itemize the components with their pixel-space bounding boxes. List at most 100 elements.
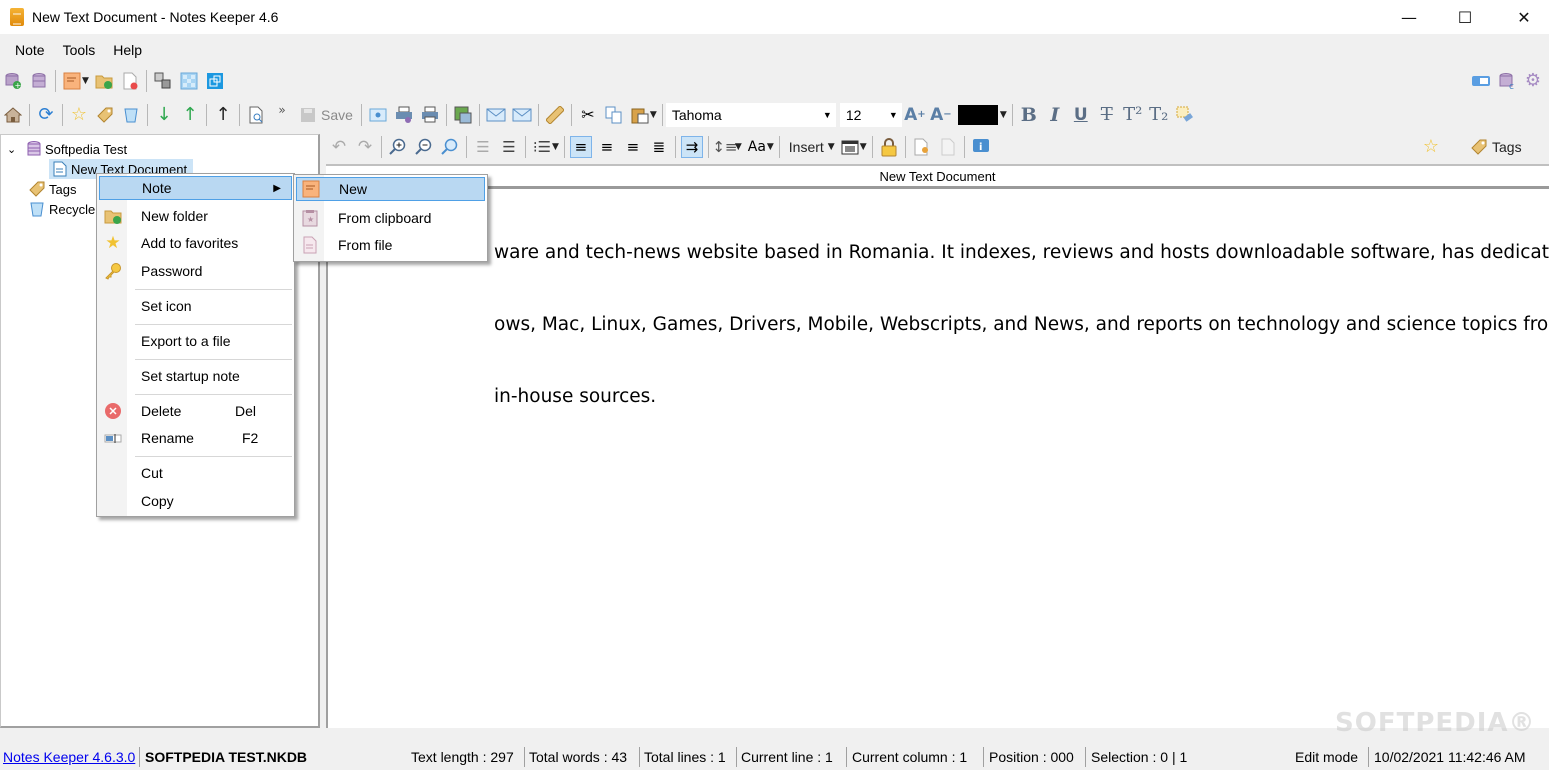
bold-button[interactable]: B (1018, 104, 1040, 126)
ruler-icon[interactable] (544, 104, 566, 126)
line-spacing-dropdown-icon[interactable]: ▼ (735, 142, 742, 152)
tag-icon[interactable] (1468, 136, 1490, 158)
maximize-button[interactable]: ☐ (1440, 0, 1490, 34)
save-button[interactable]: Save (321, 107, 353, 123)
zoom-in-icon[interactable] (387, 136, 409, 158)
paste-icon[interactable] (629, 104, 651, 126)
menu-help[interactable]: Help (104, 42, 151, 58)
info-icon[interactable]: i (970, 136, 992, 158)
shrink-font-icon[interactable]: A − (930, 104, 952, 126)
submenu-item-from-file[interactable]: From file (296, 233, 485, 257)
recycle-bin-icon[interactable] (120, 104, 142, 126)
paste-dropdown-icon[interactable]: ▼ (650, 110, 657, 120)
justify-icon[interactable]: ≣ (648, 136, 670, 158)
menu-tools[interactable]: Tools (54, 42, 105, 58)
calendar-dropdown-icon[interactable]: ▼ (860, 142, 867, 152)
new-note-dropdown-icon[interactable]: ▼ (82, 76, 89, 86)
zoom-reset-icon[interactable] (439, 136, 461, 158)
database-sync-icon[interactable]: c (1496, 70, 1518, 92)
cut-icon[interactable]: ✂ (577, 104, 599, 126)
note-editor[interactable]: ware and tech-news website based in Roma… (326, 186, 1549, 728)
clear-format-icon[interactable] (1174, 104, 1196, 126)
calendar-icon[interactable] (839, 136, 861, 158)
font-size-select[interactable]: 12 ▼ (839, 103, 902, 127)
menu-item-new-folder[interactable]: New folder (99, 204, 292, 228)
move-up-icon[interactable]: ↑ (179, 104, 201, 126)
find-in-note-icon[interactable] (245, 104, 267, 126)
menu-item-export-to-file[interactable]: Export to a file (99, 329, 292, 353)
indent-icon[interactable]: ☰ (498, 136, 520, 158)
close-button[interactable]: ✕ (1499, 0, 1549, 34)
email-attach-icon[interactable] (485, 104, 507, 126)
new-folder-icon[interactable] (93, 70, 115, 92)
zoom-out-icon[interactable] (413, 136, 435, 158)
insert-dropdown-icon[interactable]: ▼ (828, 142, 835, 152)
strikethrough-button[interactable]: T (1096, 104, 1118, 126)
text-color-dropdown-icon[interactable]: ▼ (1000, 110, 1007, 120)
transparency-icon[interactable] (178, 70, 200, 92)
print-icon[interactable] (419, 104, 441, 126)
favorite-star-icon[interactable]: ☆ (1420, 136, 1442, 158)
home-icon[interactable] (2, 104, 24, 126)
align-right-icon[interactable]: ≡ (622, 136, 644, 158)
minimize-button[interactable]: — (1384, 0, 1434, 34)
bullet-list-dropdown-icon[interactable]: ▼ (552, 142, 559, 152)
editor-content[interactable]: ware and tech-news website based in Roma… (334, 193, 1549, 457)
submenu-item-new[interactable]: New (296, 177, 485, 201)
menu-item-cut[interactable]: Cut (99, 461, 292, 485)
overflow-chevron-icon[interactable]: » (271, 104, 293, 126)
menu-item-set-icon[interactable]: Set icon (99, 294, 292, 318)
tags-button[interactable]: Tags (1492, 139, 1522, 155)
menu-item-note[interactable]: Note ▶ (99, 176, 292, 200)
change-case-icon[interactable]: Aa (746, 136, 768, 158)
grow-font-icon[interactable]: A + (904, 104, 926, 126)
open-database-icon[interactable] (28, 70, 50, 92)
menu-item-set-startup-note[interactable]: Set startup note (99, 364, 292, 388)
tree-item-tags[interactable]: Tags (25, 179, 76, 199)
save-icon[interactable] (297, 104, 319, 126)
bullet-list-icon[interactable]: ⁝☰ (531, 136, 553, 158)
insert-button[interactable]: Insert (789, 139, 824, 155)
undo-icon[interactable]: ↶ (328, 136, 350, 158)
superscript-button[interactable]: T² (1122, 104, 1144, 126)
version-link[interactable]: Notes Keeper 4.6.3.0 (3, 748, 135, 766)
submenu-item-from-clipboard[interactable]: ★ From clipboard (296, 206, 485, 230)
text-color-swatch[interactable] (957, 105, 998, 125)
preview-icon[interactable] (367, 104, 389, 126)
tag-icon[interactable] (94, 104, 116, 126)
change-case-dropdown-icon[interactable]: ▼ (767, 142, 774, 152)
go-up-icon[interactable]: ↑ (212, 104, 234, 126)
copy-structure-icon[interactable] (152, 70, 174, 92)
menu-item-rename[interactable]: Rename F2 (99, 426, 292, 450)
favorites-icon[interactable]: ☆ (68, 104, 90, 126)
subscript-button[interactable]: T₂ (1148, 104, 1170, 126)
always-on-top-icon[interactable] (204, 70, 226, 92)
align-left-icon[interactable]: ≡ (569, 136, 592, 158)
chevron-down-icon[interactable]: ⌄ (7, 143, 23, 156)
menu-note[interactable]: Note (6, 42, 54, 58)
settings-icon[interactable]: ⚙ (1522, 70, 1544, 92)
tree-item-recycle-bin[interactable]: Recycle (25, 199, 95, 219)
new-note-icon[interactable] (61, 70, 83, 92)
line-spacing-icon[interactable]: ↕≡ (712, 136, 737, 158)
save-image-icon[interactable] (452, 104, 474, 126)
blank-page-icon[interactable] (937, 136, 959, 158)
italic-button[interactable]: I (1044, 104, 1066, 126)
toggle-panel-icon[interactable] (1470, 70, 1492, 92)
outdent-icon[interactable]: ☰ (472, 136, 494, 158)
align-center-icon[interactable]: ≡ (596, 136, 618, 158)
new-database-icon[interactable]: + (2, 70, 24, 92)
underline-button[interactable]: U (1070, 104, 1092, 126)
menu-item-password[interactable]: Password (99, 259, 292, 283)
delete-note-icon[interactable] (119, 70, 141, 92)
word-wrap-icon[interactable]: ⇉ (680, 136, 703, 158)
email-icon[interactable] (511, 104, 533, 126)
move-down-icon[interactable]: ↓ (153, 104, 175, 126)
refresh-icon[interactable]: ⟳ (35, 104, 57, 126)
lock-icon[interactable] (878, 136, 900, 158)
redo-icon[interactable]: ↷ (354, 136, 376, 158)
menu-item-delete[interactable]: Delete Del (99, 399, 292, 423)
note-password-icon[interactable] (911, 136, 933, 158)
font-name-select[interactable]: Tahoma ▼ (665, 103, 836, 127)
print-setup-icon[interactable] (393, 104, 415, 126)
